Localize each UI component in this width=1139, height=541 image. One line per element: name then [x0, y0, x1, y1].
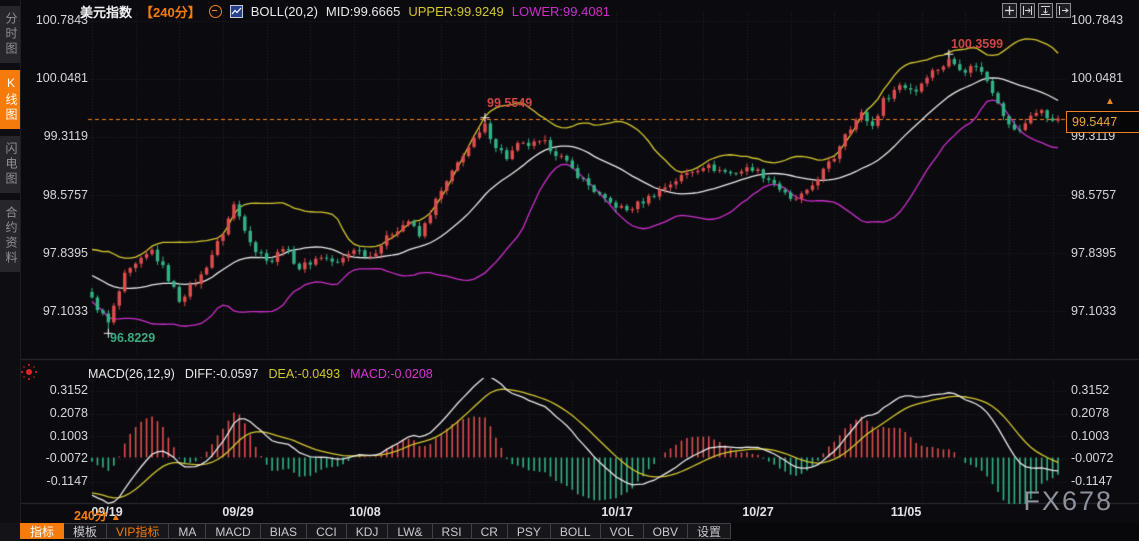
minus-circle-icon[interactable]	[208, 5, 222, 18]
price-axis-label-right: 100.7843	[1071, 13, 1124, 27]
sidebar-tab-contract-info[interactable]: 合约资料	[0, 200, 20, 272]
macd-axis-label-left: -0.0072	[45, 451, 88, 465]
pan-crosshair-icon[interactable]	[1002, 3, 1017, 18]
low-annotation: 96.8229	[110, 331, 156, 345]
toolbar-button-boll[interactable]: BOLL	[550, 523, 601, 539]
macd-axis-label-left: 0.1003	[49, 429, 88, 443]
macd-dea-value: DEA:-0.0493	[268, 367, 341, 381]
sidebar-tab-kline-chart[interactable]: K线图	[0, 70, 20, 129]
toolbar-button-kdj[interactable]: KDJ	[346, 523, 389, 539]
x-axis-date: 10/27	[742, 505, 774, 519]
macd-diff-value: DIFF:-0.0597	[184, 367, 259, 381]
x-axis-scale-icon[interactable]	[1038, 3, 1053, 18]
fx678-watermark: FX678	[1023, 486, 1113, 516]
y-axis-scale-icon[interactable]	[1020, 3, 1035, 18]
toolbar-button-bias[interactable]: BIAS	[260, 523, 308, 539]
price-axis-label-right: 98.5757	[1071, 188, 1117, 202]
toolbar-button-settings[interactable]: 设置	[687, 523, 731, 539]
price-axis-label-right: 97.1033	[1071, 304, 1117, 318]
toolbar-button-obv[interactable]: OBV	[643, 523, 688, 539]
toolbar-button-templates[interactable]: 模板	[64, 523, 108, 539]
price-axis-label-right: 97.8395	[1071, 246, 1117, 260]
x-axis-date: 10/08	[349, 505, 381, 519]
toolbar-button-ma[interactable]: MA	[169, 523, 207, 539]
chart-tools	[1002, 3, 1071, 18]
indicator-toolbar: 指标 模板 VIP指标 MA MACD BIAS CCI KDJ LW& RSI…	[20, 523, 1139, 541]
boll-indicator-label: BOLL(20,2)	[250, 4, 318, 19]
toolbar-button-lw[interactable]: LW&	[388, 523, 433, 539]
line-chart-icon[interactable]	[229, 5, 243, 18]
toolbar-button-indicators[interactable]: 指标	[20, 523, 65, 539]
symbol-name: 美元指数	[80, 5, 133, 20]
main-chart-canvas[interactable]	[0, 0, 1139, 541]
macd-axis-label-right: 0.1003	[1071, 429, 1110, 443]
price-axis-label-left: 100.7843	[35, 13, 88, 27]
macd-hist-value: MACD:-0.0208	[350, 367, 433, 381]
toolbar-button-macd[interactable]: MACD	[206, 523, 261, 539]
price-axis-label-left: 97.8395	[42, 246, 88, 260]
toolbar-button-rsi[interactable]: RSI	[432, 523, 472, 539]
macd-indicator-label: MACD(26,12,9)	[88, 367, 175, 381]
sidebar-tab-time-chart[interactable]: 分时图	[0, 6, 20, 63]
x-axis-date: 11/05	[890, 505, 922, 519]
period-badge[interactable]: 【240分】	[140, 2, 201, 21]
price-axis-label-left: 97.1033	[42, 304, 88, 318]
period-up-arrow-icon: ▲	[110, 512, 121, 523]
macd-axis-label-left: 0.2078	[49, 406, 88, 420]
x-axis-date: 10/17	[601, 505, 633, 519]
top-high-annotation: 100.3599	[951, 37, 1004, 51]
chart-header: 美元指数 【240分】 BOLL(20,2) MID:99.6665 UPPER…	[80, 2, 610, 21]
boll-upper-value: UPPER:99.9249	[408, 4, 504, 19]
period-selector[interactable]: 240分 ▲	[74, 505, 121, 524]
x-axis-date: 09/29	[222, 505, 254, 519]
sidebar-tab-lightning-chart[interactable]: 闪电图	[0, 136, 20, 193]
boll-lower-value: LOWER:99.4081	[511, 4, 611, 19]
price-axis-label-left: 100.0481	[35, 71, 88, 85]
price-axis-label-left: 99.3119	[43, 129, 88, 143]
alert-burst-icon[interactable]	[26, 369, 32, 375]
macd-axis-label-right: 0.3152	[1071, 383, 1110, 397]
toolbar-button-cci[interactable]: CCI	[307, 523, 347, 539]
macd-header: MACD(26,12,9) DIFF:-0.0597 DEA:-0.0493 M…	[88, 367, 433, 381]
toolbar-button-cr[interactable]: CR	[471, 523, 508, 539]
macd-axis-label-right: 0.2078	[1071, 406, 1110, 420]
toolbar-button-vol[interactable]: VOL	[600, 523, 644, 539]
toolbar-button-vip-indicators[interactable]: VIP指标	[107, 523, 170, 539]
toolbar-corner-block	[0, 523, 20, 541]
macd-axis-label-right: -0.0072	[1071, 451, 1114, 465]
price-alert-arrow-icon: ▲	[1105, 96, 1115, 107]
macd-axis-label-left: -0.1147	[46, 474, 88, 488]
chart-type-sidebar: 分时图 K线图 闪电图 合约资料	[0, 0, 21, 523]
price-axis-label-right: 100.0481	[1071, 71, 1124, 85]
prev-high-annotation: 99.5549	[487, 96, 533, 110]
period-text: 240分	[74, 509, 108, 523]
toolbar-button-psy[interactable]: PSY	[507, 523, 551, 539]
macd-axis-label-left: 0.3152	[49, 383, 88, 397]
price-axis-label-left: 98.5757	[42, 188, 88, 202]
reset-scale-icon[interactable]	[1056, 3, 1071, 18]
last-price-box: 99.5447	[1066, 111, 1139, 133]
boll-mid-value: MID:99.6665	[325, 4, 401, 19]
